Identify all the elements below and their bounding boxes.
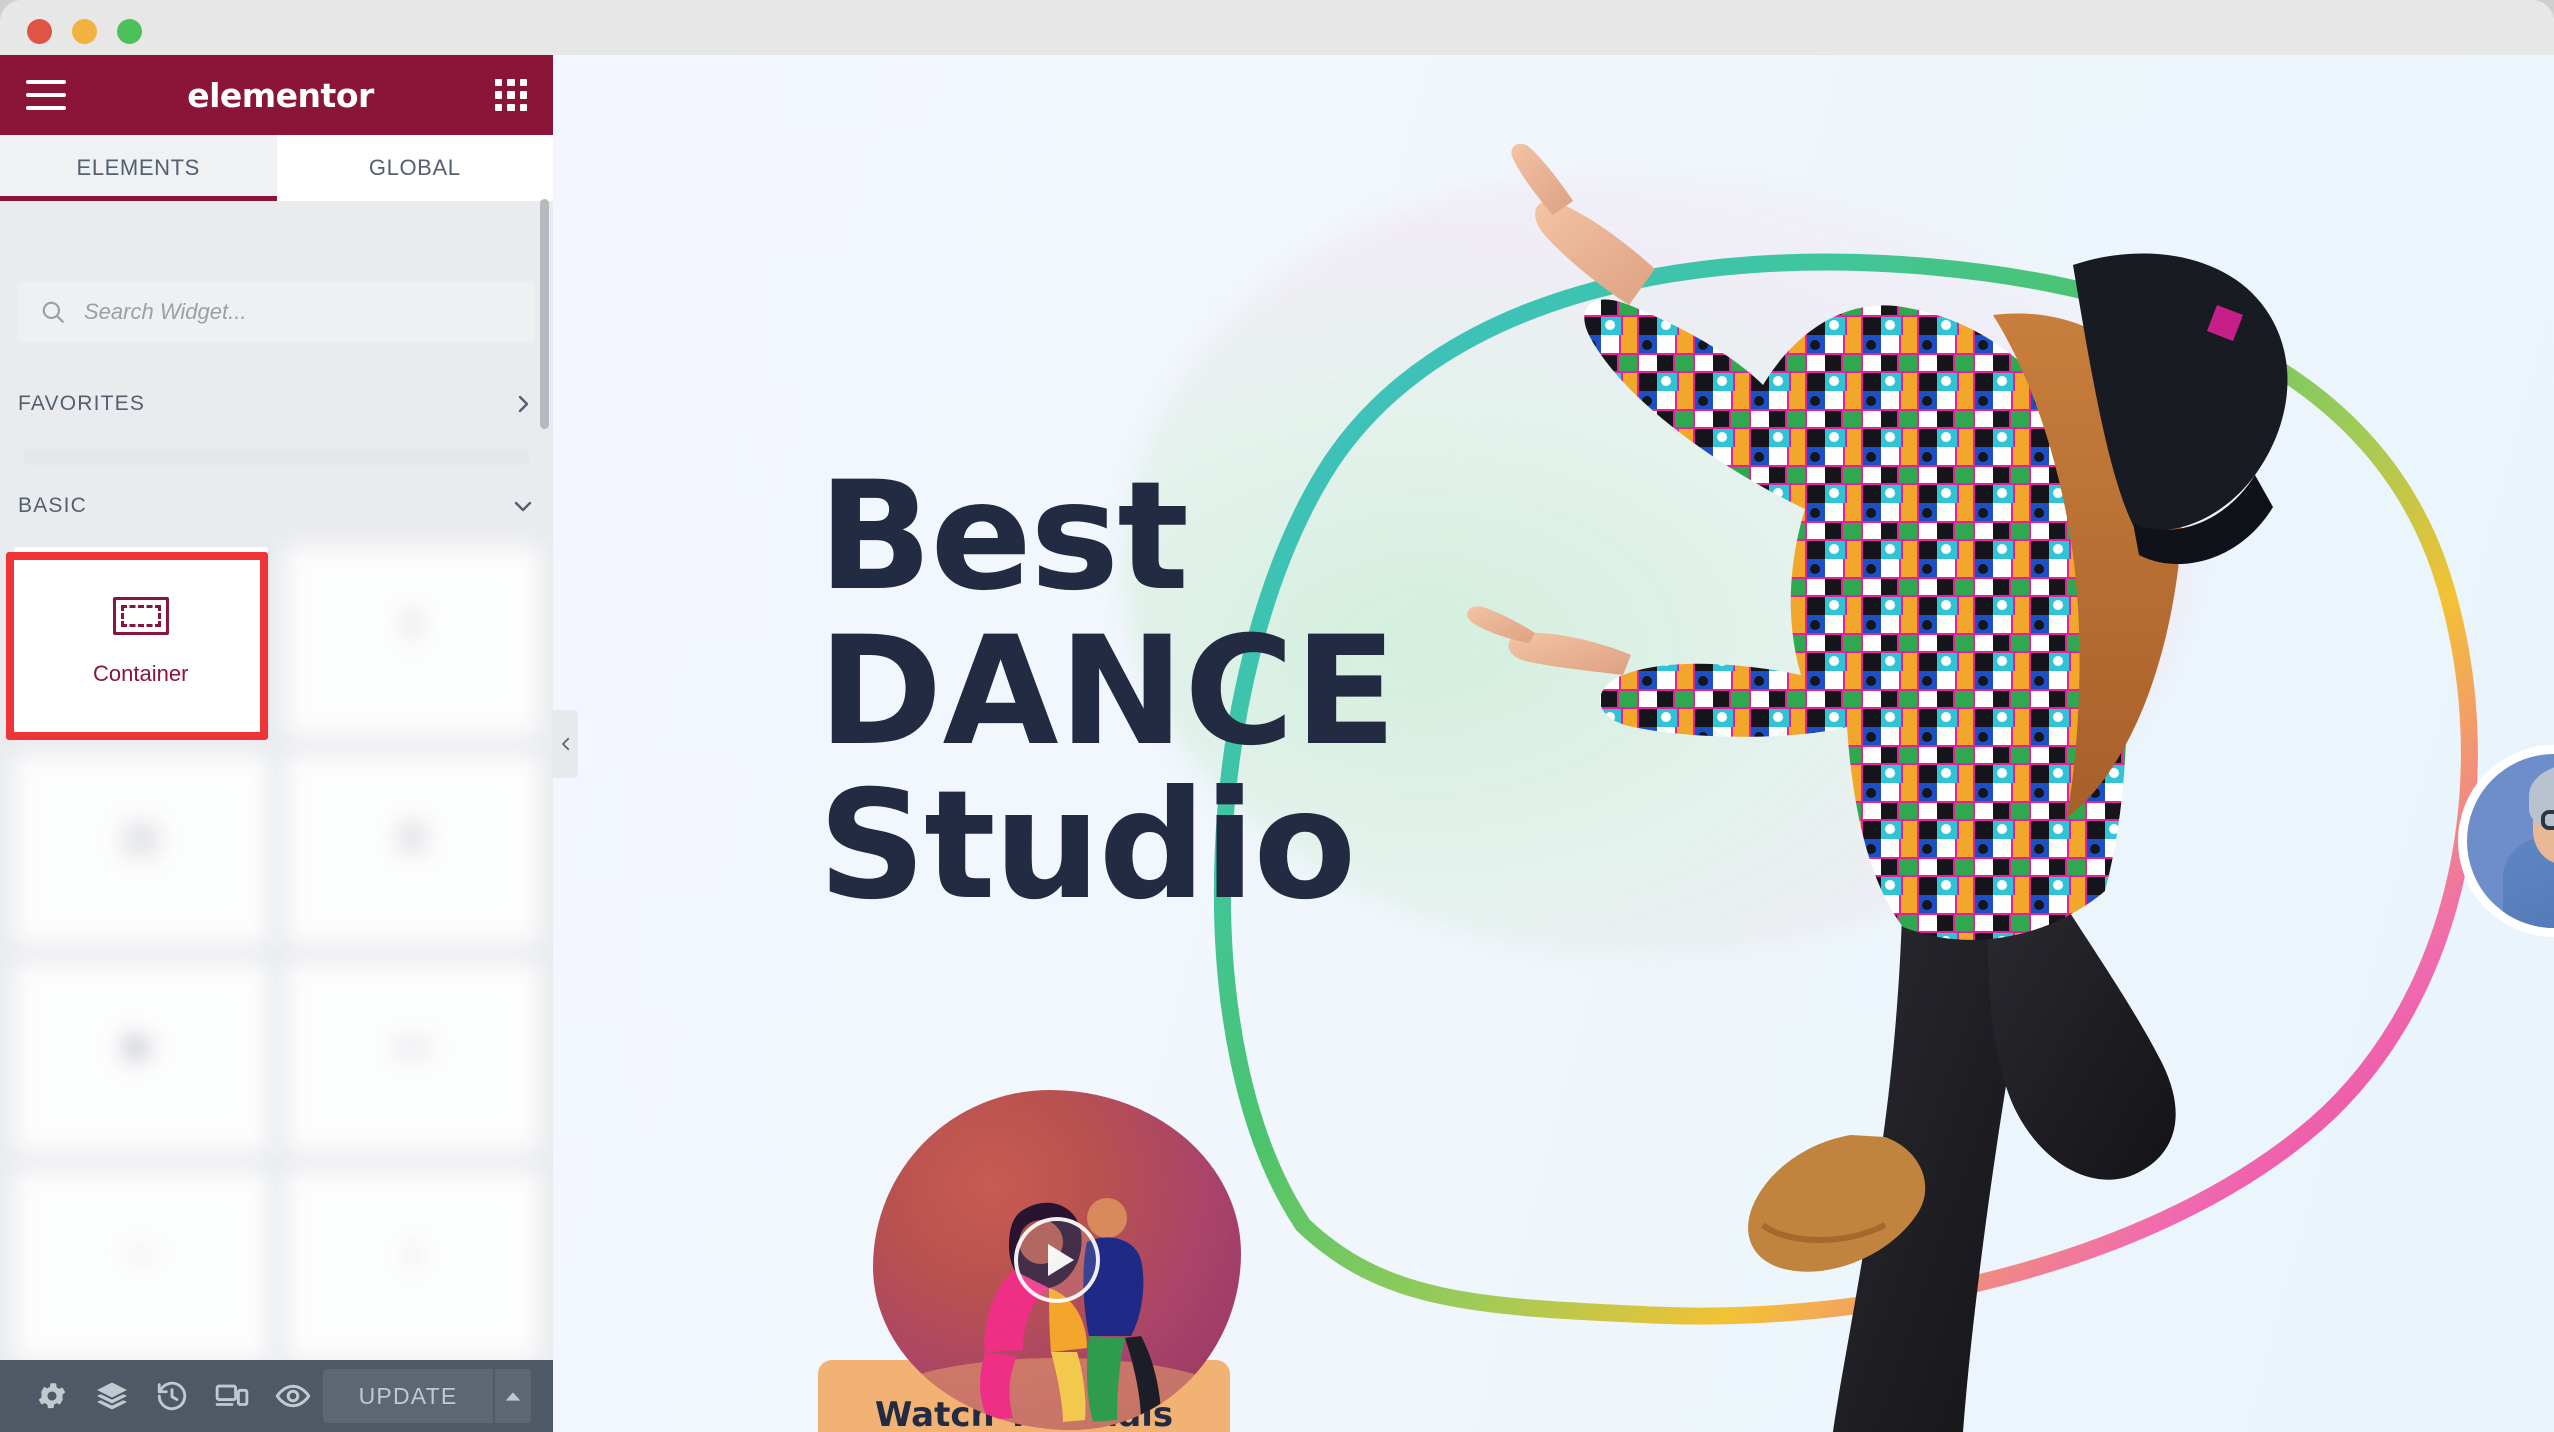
- widget-card-button[interactable]: ▭: [285, 963, 539, 1153]
- button-icon: ▭: [393, 1023, 432, 1067]
- chevron-down-icon: [514, 501, 532, 512]
- widget-card-container-label: Container: [93, 661, 189, 686]
- video-icon: ▶: [125, 1023, 157, 1067]
- panel-scrollbar[interactable]: [540, 199, 549, 429]
- panel-tabs: ELEMENTS GLOBAL: [0, 135, 553, 201]
- update-button-group: UPDATE: [322, 1369, 532, 1423]
- widget-card-spacer[interactable]: ↕: [285, 1171, 539, 1361]
- grid-apps-icon[interactable]: [495, 79, 527, 111]
- maximize-window-button[interactable]: [117, 19, 142, 44]
- image-icon: ▤: [121, 815, 160, 859]
- widget-card-heading[interactable]: T: [285, 547, 539, 737]
- update-button[interactable]: UPDATE: [322, 1369, 494, 1423]
- section-favorites[interactable]: FAVORITES: [18, 375, 535, 433]
- close-window-button[interactable]: [27, 19, 52, 44]
- search-widget-field[interactable]: Search Widget...: [18, 281, 535, 343]
- widget-card-video[interactable]: ▶: [14, 963, 268, 1153]
- editor-canvas[interactable]: Best DANCE Studio Watch Tutorials: [553, 55, 2554, 1432]
- history-icon[interactable]: [142, 1360, 202, 1432]
- hamburger-icon[interactable]: [26, 80, 66, 110]
- widget-card-text-editor[interactable]: ≣: [285, 755, 539, 945]
- avatar-glasses-icon: [2541, 810, 2554, 830]
- favorites-placeholder-strip: [24, 449, 529, 465]
- widget-grid: Container T ▤ ≣ ▶ ▭ ─ ↕: [14, 547, 539, 1432]
- tab-elements[interactable]: ELEMENTS: [0, 135, 277, 201]
- chevron-up-icon[interactable]: [493, 1369, 532, 1423]
- search-placeholder: Search Widget...: [84, 299, 247, 324]
- tab-global-label: GLOBAL: [368, 155, 461, 180]
- tab-elements-label: ELEMENTS: [76, 155, 200, 180]
- widget-card-divider[interactable]: ─: [14, 1171, 268, 1361]
- elementor-logo: elementor: [187, 75, 374, 115]
- preview-eye-icon[interactable]: [263, 1360, 323, 1432]
- play-icon[interactable]: [1014, 1217, 1100, 1303]
- hero-heading-line-3: Studio: [818, 759, 1356, 933]
- panel-collapse-handle[interactable]: [553, 710, 578, 778]
- widget-card-image[interactable]: ▤: [14, 755, 268, 945]
- minimize-window-button[interactable]: [72, 19, 97, 44]
- traffic-lights: [27, 19, 142, 44]
- panel-header: elementor: [0, 55, 553, 135]
- hero-heading-line-2: DANCE: [818, 604, 1397, 779]
- hero-heading-line-1: Best: [818, 450, 1189, 624]
- heading-icon: T: [400, 607, 425, 651]
- panel-footer-toolbar: UPDATE: [0, 1360, 553, 1432]
- navigator-layers-icon[interactable]: [82, 1360, 142, 1432]
- dance-duo-video-thumbnail[interactable]: [873, 1090, 1241, 1430]
- tab-global[interactable]: GLOBAL: [276, 135, 553, 201]
- elementor-panel: elementor ELEMENTS GLOBAL Search Widget.…: [0, 55, 553, 1432]
- widget-card-container[interactable]: Container: [14, 547, 268, 737]
- search-icon: [42, 301, 64, 323]
- chevron-left-icon: [561, 737, 569, 751]
- section-basic-label: BASIC: [18, 494, 88, 517]
- responsive-mode-icon[interactable]: [202, 1360, 262, 1432]
- section-basic[interactable]: BASIC: [18, 477, 535, 535]
- play-triangle-icon: [1048, 1244, 1074, 1276]
- settings-gear-icon[interactable]: [22, 1360, 82, 1432]
- section-favorites-label: FAVORITES: [18, 392, 146, 415]
- text-editor-icon: ≣: [395, 815, 429, 859]
- divider-icon: ─: [126, 1231, 155, 1275]
- window-titlebar: [0, 0, 2554, 55]
- hero-heading[interactable]: Best DANCE Studio: [818, 460, 1718, 924]
- chevron-right-icon: [518, 395, 529, 413]
- spacer-icon: ↕: [402, 1231, 423, 1275]
- container-icon: [112, 597, 169, 635]
- desktop-window: Best DANCE Studio Watch Tutorials: [0, 0, 2554, 1432]
